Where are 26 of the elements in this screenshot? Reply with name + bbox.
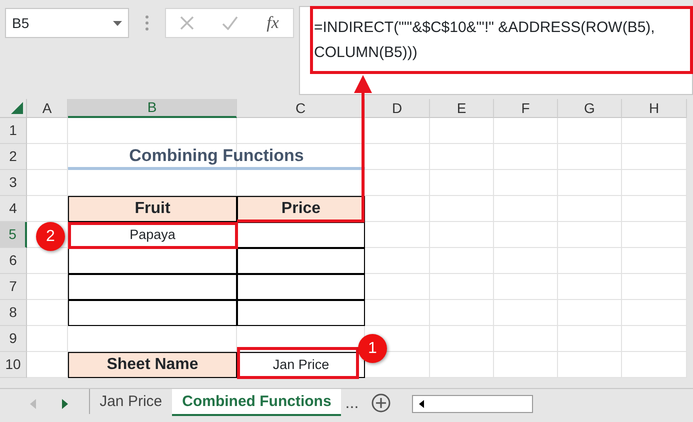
row-header[interactable]: 7 xyxy=(0,274,27,300)
row-header[interactable]: 10 xyxy=(0,352,27,378)
column-header[interactable]: B xyxy=(68,99,237,118)
column-header[interactable]: A xyxy=(27,99,68,118)
row-header[interactable]: 8 xyxy=(0,300,27,326)
sheet-name-label: Sheet Name xyxy=(68,352,237,378)
table-header: Fruit xyxy=(68,196,237,222)
table-header: Price xyxy=(237,196,365,222)
insert-function-button[interactable]: fx xyxy=(266,10,279,36)
row-header[interactable]: 1 xyxy=(0,118,27,144)
column-header[interactable]: D xyxy=(365,99,430,118)
sheet-tab[interactable]: Combined Functions xyxy=(172,389,342,416)
more-sheets-button[interactable]: ... xyxy=(341,389,363,419)
row-header[interactable]: 3 xyxy=(0,170,27,196)
column-header[interactable]: G xyxy=(558,99,622,118)
row-header[interactable]: 4 xyxy=(0,196,27,222)
column-header[interactable]: C xyxy=(237,99,365,118)
column-header[interactable]: H xyxy=(622,99,687,118)
name-box[interactable]: B5 xyxy=(5,8,129,38)
row-header[interactable]: 5 xyxy=(0,222,27,248)
row-header[interactable]: 6 xyxy=(0,248,27,274)
row-header[interactable]: 2 xyxy=(0,144,27,170)
sheet-title: Combining Functions xyxy=(68,144,365,170)
column-header[interactable]: F xyxy=(494,99,558,118)
row-header[interactable]: 9 xyxy=(0,326,27,352)
column-header[interactable]: E xyxy=(430,99,494,118)
